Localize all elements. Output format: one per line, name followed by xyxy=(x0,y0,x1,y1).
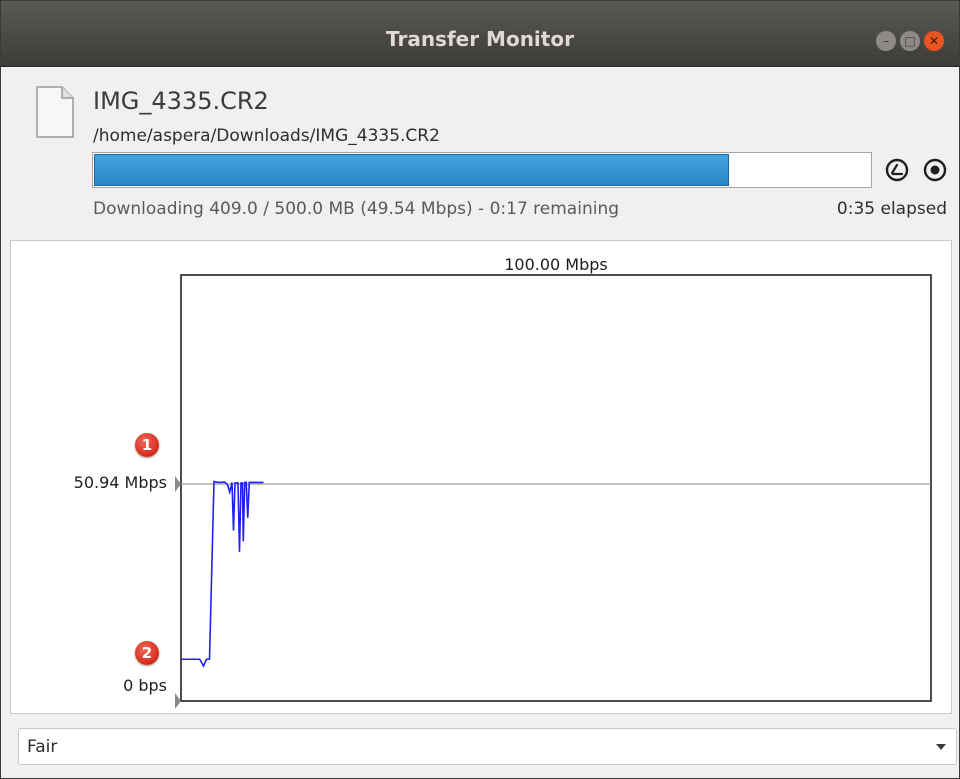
minimize-icon[interactable]: – xyxy=(876,31,896,51)
close-icon[interactable]: ✕ xyxy=(924,31,944,51)
min-rate-label: 0 bps xyxy=(123,676,167,695)
window-title: Transfer Monitor xyxy=(386,27,574,51)
transfer-progress-bar xyxy=(92,152,872,188)
transfer-status-text: Downloading 409.0 / 500.0 MB (49.54 Mbps… xyxy=(93,199,620,219)
policy-selected-value: Fair xyxy=(27,737,58,757)
progress-fill xyxy=(94,154,729,186)
transfer-monitor-window: Transfer Monitor – □ ✕ IMG_4335.CR2 /hom… xyxy=(0,0,960,779)
dropdown-arrow-icon[interactable] xyxy=(936,744,946,750)
plot-frame xyxy=(180,274,932,702)
max-rate-label: 100.00 Mbps xyxy=(504,255,608,274)
rate-control-icon[interactable] xyxy=(884,157,910,183)
target-rate-label: 50.94 Mbps xyxy=(73,472,167,492)
title-bar[interactable]: Transfer Monitor – □ ✕ xyxy=(1,1,959,67)
elapsed-time: 0:35 elapsed xyxy=(836,199,947,219)
transfer-policy-dropdown[interactable]: Fair xyxy=(18,728,957,765)
annotation-badge-2: 2 xyxy=(135,641,159,665)
document-icon xyxy=(36,86,74,138)
min-rate-marker[interactable] xyxy=(175,693,181,709)
file-name: IMG_4335.CR2 xyxy=(93,87,269,115)
target-rate-marker[interactable] xyxy=(175,475,181,492)
file-path: /home/aspera/Downloads/IMG_4335.CR2 xyxy=(93,126,440,146)
stop-icon[interactable] xyxy=(922,157,948,183)
throughput-graph-panel: 100.00 Mbps 50.94 Mbps 0 bps 1 2 xyxy=(10,240,952,714)
maximize-icon[interactable]: □ xyxy=(900,31,920,51)
annotation-badge-1: 1 xyxy=(135,432,159,457)
